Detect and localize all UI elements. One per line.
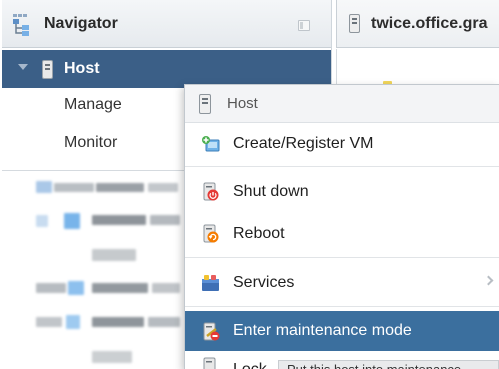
host-context-menu: Host Create/Register VM Shut down Reboot… xyxy=(184,84,499,369)
tree-item-manage-label: Manage xyxy=(64,96,122,113)
tab-host-title: twice.office.gra xyxy=(371,15,488,32)
menu-item-label: Reboot xyxy=(233,225,285,242)
maintenance-icon xyxy=(203,322,220,341)
menu-item-label: Enter maintenance mode xyxy=(233,322,412,339)
shutdown-icon xyxy=(203,182,219,201)
menu-item-label: Create/Register VM xyxy=(233,135,374,152)
host-server-icon xyxy=(199,94,211,114)
menu-item-label: Services xyxy=(233,274,295,291)
host-server-icon xyxy=(42,60,53,79)
host-server-icon xyxy=(349,14,360,33)
context-menu-header: Host xyxy=(185,85,499,123)
navigator-title: Navigator xyxy=(44,15,118,32)
navigator-logo-icon xyxy=(13,14,29,36)
menu-separator xyxy=(185,257,499,258)
navigator-header: Navigator xyxy=(2,0,331,48)
tab-host[interactable]: twice.office.gra xyxy=(336,0,499,48)
menu-item-create-register-vm[interactable]: Create/Register VM xyxy=(185,123,499,165)
menu-item-enter-maintenance-mode[interactable]: Enter maintenance mode xyxy=(185,311,499,351)
maintenance-tooltip: Put this host into maintenance xyxy=(278,360,499,369)
reboot-icon xyxy=(203,224,219,243)
tree-item-monitor-label: Monitor xyxy=(64,134,118,151)
menu-item-reboot[interactable]: Reboot xyxy=(185,213,499,255)
caret-down-icon[interactable] xyxy=(18,64,28,70)
menu-separator xyxy=(185,306,499,307)
menu-item-services[interactable]: Services xyxy=(185,262,499,304)
menu-item-shut-down[interactable]: Shut down xyxy=(185,171,499,213)
lock-icon xyxy=(203,357,216,369)
tree-item-host-label: Host xyxy=(64,60,100,77)
services-icon xyxy=(202,275,219,291)
chevron-right-icon xyxy=(483,275,494,286)
tree-item-host[interactable]: Host xyxy=(2,50,331,88)
menu-separator xyxy=(185,166,499,167)
menu-item-label: Shut down xyxy=(233,183,309,200)
menu-item-label: Lock xyxy=(233,361,267,369)
collapse-panel-icon[interactable] xyxy=(298,20,310,31)
create-vm-icon xyxy=(202,136,220,152)
context-menu-header-label: Host xyxy=(227,95,258,112)
